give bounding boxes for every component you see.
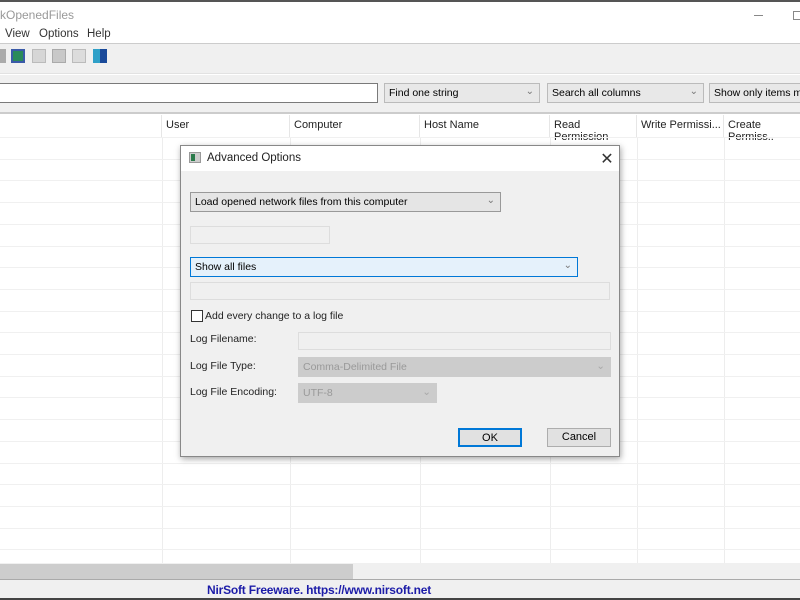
chevron-down-icon: ⌄ — [525, 86, 534, 97]
menu-view[interactable]: View — [5, 28, 30, 40]
title-bar: kOpenedFiles — [0, 0, 800, 27]
grid-column-line — [162, 137, 163, 563]
file-filter-value: Show all files — [195, 261, 257, 273]
chevron-down-icon: ⌄ — [422, 386, 431, 398]
log-checkbox-label[interactable]: Add every change to a log file — [205, 310, 343, 322]
save-icon[interactable] — [0, 49, 6, 63]
chevron-down-icon: ⌄ — [596, 360, 605, 372]
show-items-select[interactable]: Show only items matc — [709, 83, 800, 103]
log-type-select[interactable]: Comma-Delimited File ⌄ — [298, 357, 611, 377]
grid-row-line — [0, 549, 800, 551]
log-filename-field[interactable] — [298, 332, 611, 350]
column-header-computer[interactable]: Computer — [290, 115, 420, 137]
cancel-button[interactable]: Cancel — [547, 428, 611, 447]
scrollbar-thumb[interactable] — [0, 564, 353, 579]
chevron-down-icon: ⌄ — [689, 86, 698, 97]
refresh-icon[interactable] — [11, 49, 25, 63]
filter-text-input[interactable] — [0, 83, 378, 103]
copy-icon[interactable] — [32, 49, 46, 63]
status-text[interactable]: NirSoft Freeware. https://www.nirsoft.ne… — [207, 583, 431, 597]
horizontal-scrollbar[interactable] — [0, 563, 800, 580]
properties-icon[interactable] — [52, 49, 66, 63]
ok-button[interactable]: OK — [458, 428, 522, 447]
close-button[interactable]: ✕ — [599, 149, 615, 168]
report-icon[interactable] — [72, 49, 86, 63]
log-encoding-value: UTF-8 — [303, 387, 333, 399]
dialog-title-bar: Advanced Options ✕ — [181, 146, 619, 171]
show-items-value: Show only items matc — [714, 87, 800, 99]
column-header-write-permission[interactable]: Write Permissi... — [637, 115, 724, 137]
log-type-label: Log File Type: — [190, 360, 256, 372]
exit-icon[interactable] — [93, 49, 107, 63]
log-encoding-label: Log File Encoding: — [190, 386, 277, 398]
find-mode-select[interactable]: Find one string ⌄ — [384, 83, 540, 103]
column-header-user[interactable]: User — [162, 115, 290, 137]
log-type-value: Comma-Delimited File — [303, 361, 407, 373]
chevron-down-icon: ⌄ — [486, 195, 495, 206]
load-source-select[interactable]: Load opened network files from this comp… — [190, 192, 501, 212]
grid-row-line — [0, 462, 800, 464]
app-icon — [189, 152, 201, 163]
advanced-options-dialog: Advanced Options ✕ Load opened network f… — [180, 145, 620, 457]
grid-column-line — [724, 137, 725, 563]
find-mode-value: Find one string — [389, 87, 459, 99]
computer-name-field[interactable] — [190, 226, 330, 244]
grid-row-line — [0, 505, 800, 507]
minimize-button[interactable] — [752, 8, 766, 22]
column-header-filename[interactable] — [0, 115, 162, 137]
search-columns-select[interactable]: Search all columns ⌄ — [547, 83, 704, 103]
grid-row-line — [0, 137, 800, 138]
search-columns-value: Search all columns — [552, 87, 641, 99]
chevron-down-icon: ⌄ — [563, 260, 572, 271]
grid-row-line — [0, 527, 800, 529]
maximize-button[interactable] — [793, 11, 800, 20]
file-filter-select[interactable]: Show all files ⌄ — [190, 257, 578, 277]
menu-options[interactable]: Options — [39, 28, 79, 40]
log-filename-label: Log Filename: — [190, 333, 257, 345]
filter-bar: Find one string ⌄ Search all columns ⌄ Sho… — [0, 75, 800, 114]
column-header-create-permission[interactable]: Create Permiss.. — [724, 115, 800, 143]
toolbar — [0, 44, 800, 74]
filter-value-field[interactable] — [190, 282, 610, 300]
menu-help[interactable]: Help — [87, 28, 111, 40]
window-title: kOpenedFiles — [0, 8, 75, 22]
grid-column-line — [637, 137, 638, 563]
log-encoding-select[interactable]: UTF-8 ⌄ — [298, 383, 437, 403]
menu-bar: View Options Help — [0, 27, 800, 44]
grid-row-line — [0, 484, 800, 486]
status-bar: NirSoft Freeware. https://www.nirsoft.ne… — [0, 580, 800, 600]
log-checkbox[interactable] — [191, 310, 203, 322]
load-source-value: Load opened network files from this comp… — [195, 196, 408, 208]
dialog-title: Advanced Options — [207, 152, 301, 164]
column-header-read-permission[interactable]: Read Permission — [550, 115, 637, 143]
column-header-host-name[interactable]: Host Name — [420, 115, 550, 137]
